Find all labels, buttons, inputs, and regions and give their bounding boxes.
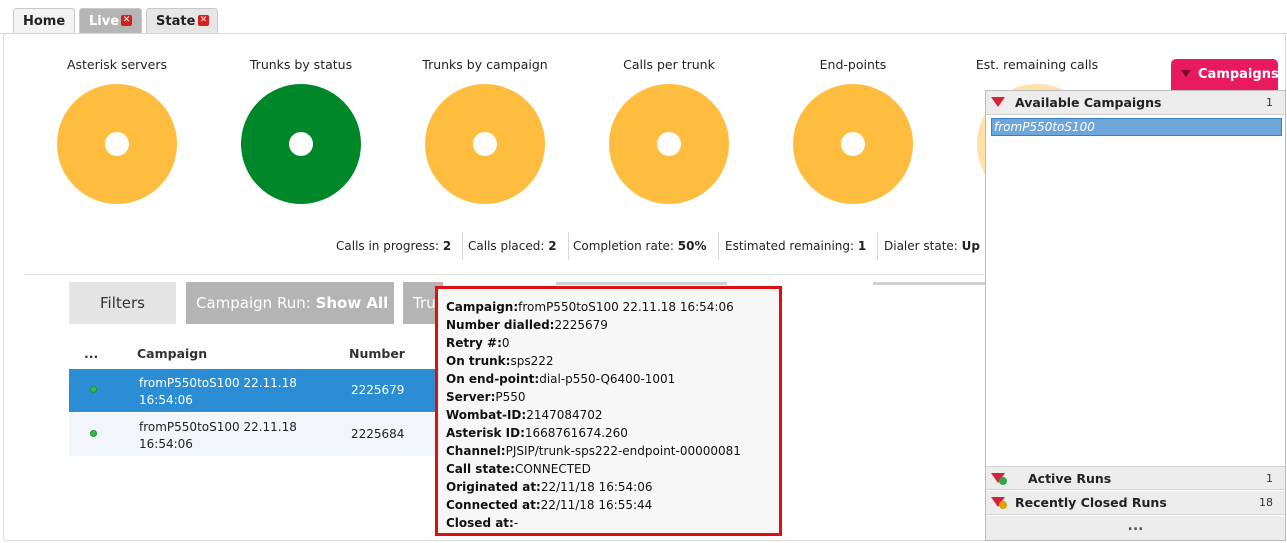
row-number: 2225684 bbox=[351, 427, 405, 441]
gauge-title: Asterisk servers bbox=[66, 57, 168, 72]
gauge-est-remaining-calls[interactable]: Est. remaining calls bbox=[976, 57, 1098, 204]
gauge-title: Est. remaining calls bbox=[975, 57, 1099, 72]
ruby-gem-icon bbox=[991, 97, 1005, 109]
close-icon[interactable]: ✕ bbox=[198, 15, 209, 26]
campaigns-tab-button[interactable]: Campaigns bbox=[1171, 59, 1279, 91]
tab-home-label: Home bbox=[23, 14, 66, 29]
available-campaigns-header[interactable]: Available Campaigns 1 bbox=[986, 91, 1285, 115]
tooltip-line: Connected at:22/11/18 16:55:44 bbox=[446, 498, 653, 512]
stat-label: Calls placed: bbox=[468, 239, 545, 253]
campaign-run-value: Show All bbox=[315, 294, 389, 312]
tooltip-line: On end-point:dial-p550-Q6400-1001 bbox=[446, 372, 676, 386]
tooltip-line: Campaign:fromP550toS100 22.11.18 16:54:0… bbox=[446, 300, 734, 314]
donut-chart[interactable] bbox=[609, 84, 729, 204]
gauge-title: Calls per trunk bbox=[623, 57, 715, 72]
active-runs-label: Active Runs bbox=[1028, 471, 1112, 486]
tooltip-line: Call state:CONNECTED bbox=[446, 462, 591, 476]
call-details-tooltip: Campaign:fromP550toS100 22.11.18 16:54:0… bbox=[435, 286, 782, 536]
gauge-calls-per-trunk[interactable]: Calls per trunk bbox=[609, 57, 729, 204]
gauge-title: Trunks by campaign bbox=[422, 57, 548, 72]
stat-value: 2 bbox=[442, 239, 452, 253]
stat-value: 1 bbox=[857, 239, 867, 253]
close-icon[interactable]: ✕ bbox=[121, 15, 132, 26]
active-runs-header[interactable]: Active Runs 1 bbox=[986, 466, 1285, 490]
donut-chart[interactable] bbox=[57, 84, 177, 204]
recently-closed-runs-count: 18 bbox=[1259, 496, 1273, 509]
campaign-list-item[interactable]: fromP550toS100 bbox=[991, 118, 1282, 136]
status-dot-icon bbox=[90, 386, 97, 393]
row-number: 2225679 bbox=[351, 383, 405, 397]
stat-value: 2 bbox=[548, 239, 557, 253]
filter-button-hidden[interactable] bbox=[873, 282, 985, 285]
available-campaigns-label: Available Campaigns bbox=[1015, 95, 1162, 110]
stat-label: Dialer state: bbox=[884, 239, 958, 253]
stat-label: Completion rate: bbox=[573, 239, 674, 253]
stat-calls-placed: Calls placed: 2 bbox=[457, 232, 569, 260]
gauge-asterisk-servers[interactable]: Asterisk servers bbox=[57, 57, 177, 204]
recently-closed-runs-label: Recently Closed Runs bbox=[1015, 495, 1167, 510]
row-campaign: fromP550toS100 22.11.18 16:54:06 bbox=[139, 420, 297, 451]
tooltip-line: Wombat-ID:2147084702 bbox=[446, 408, 603, 422]
tab-bar: Home Live ✕ State ✕ bbox=[0, 0, 1287, 34]
tooltip-line: Number dialled:2225679 bbox=[446, 318, 608, 332]
table-row[interactable]: fromP550toS100 22.11.18 16:54:06 2225679 bbox=[69, 369, 435, 412]
tab-state[interactable]: State ✕ bbox=[146, 8, 218, 34]
tooltip-line: Retry #:0 bbox=[446, 336, 510, 350]
tab-home[interactable]: Home bbox=[13, 8, 75, 34]
stat-calls-in-progress: Calls in progress: 2 bbox=[325, 232, 464, 260]
tooltip-line: Server:P550 bbox=[446, 390, 526, 404]
stat-value: 50% bbox=[677, 239, 707, 253]
gauge-trunks-by-status[interactable]: Trunks by status bbox=[241, 57, 361, 204]
tooltip-line: Asterisk ID:1668761674.260 bbox=[446, 426, 628, 440]
tooltip-line: Channel:PJSIP/trunk-sps222-endpoint-0000… bbox=[446, 444, 741, 458]
tooltip-line: Closed at:- bbox=[446, 516, 519, 530]
gauge-title: Trunks by status bbox=[249, 57, 353, 72]
available-campaigns-count: 1 bbox=[1266, 96, 1273, 109]
row-campaign: fromP550toS100 22.11.18 16:54:06 bbox=[139, 376, 297, 407]
column-header-actions[interactable]: ... bbox=[84, 346, 98, 361]
gem-plus-icon bbox=[991, 473, 1007, 485]
tab-live-label: Live bbox=[89, 14, 120, 29]
gauge-trunks-by-campaign[interactable]: Trunks by campaign bbox=[422, 57, 548, 204]
triangle-down-icon bbox=[1181, 70, 1191, 77]
stat-label: Calls in progress: bbox=[336, 239, 440, 253]
gem-closed-icon bbox=[991, 497, 1007, 509]
table-row[interactable]: fromP550toS100 22.11.18 16:54:06 2225684 bbox=[69, 413, 435, 456]
campaigns-tab-label: Campaigns bbox=[1198, 67, 1279, 82]
stat-completion-rate: Completion rate: 50% bbox=[562, 232, 719, 260]
campaign-run-button[interactable]: Campaign Run: Show All bbox=[186, 282, 394, 324]
more-button[interactable]: ... bbox=[986, 516, 1285, 540]
stat-label: Estimated remaining: bbox=[725, 239, 855, 253]
campaigns-panel: Available Campaigns 1 fromP550toS100 Act… bbox=[985, 90, 1286, 541]
recently-closed-runs-header[interactable]: Recently Closed Runs 18 bbox=[986, 491, 1285, 515]
tab-state-label: State bbox=[156, 14, 196, 29]
column-header-campaign[interactable]: Campaign bbox=[137, 346, 207, 361]
status-dot-icon bbox=[90, 430, 97, 437]
tooltip-line: On trunk:sps222 bbox=[446, 354, 554, 368]
stat-dialer-state: Dialer state: Up 2 bbox=[873, 232, 1004, 260]
gauge-title: End-points bbox=[819, 57, 887, 72]
filters-button[interactable]: Filters bbox=[69, 282, 176, 324]
column-header-number[interactable]: Number bbox=[349, 346, 405, 361]
campaign-run-label: Campaign Run: bbox=[196, 294, 311, 312]
stat-estimated-remaining: Estimated remaining: 1 bbox=[714, 232, 879, 260]
tooltip-line: Originated at:22/11/18 16:54:06 bbox=[446, 480, 653, 494]
donut-chart[interactable] bbox=[425, 84, 545, 204]
tab-live[interactable]: Live ✕ bbox=[79, 8, 142, 34]
filter-button-hidden[interactable] bbox=[556, 282, 727, 285]
donut-chart[interactable] bbox=[241, 84, 361, 204]
active-runs-count: 1 bbox=[1266, 472, 1273, 485]
gauge-end-points[interactable]: End-points bbox=[793, 57, 913, 204]
donut-chart[interactable] bbox=[793, 84, 913, 204]
